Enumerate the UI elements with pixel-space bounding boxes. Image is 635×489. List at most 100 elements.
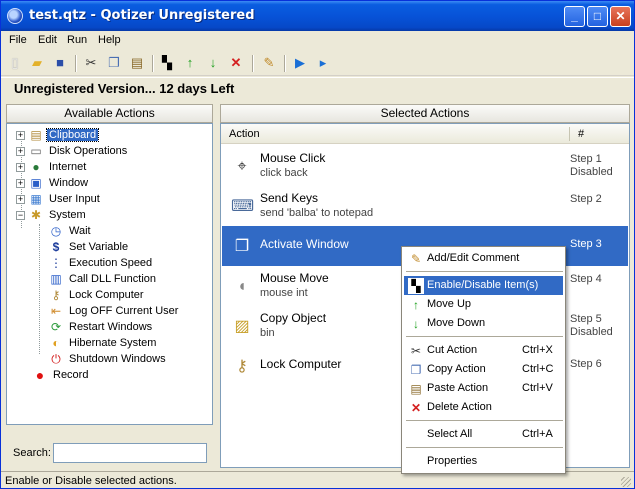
menu-run[interactable]: Run (67, 34, 87, 46)
menu-label: Paste Action (427, 382, 489, 394)
status-text: Enable or Disable selected actions. (5, 475, 177, 487)
menu-move-up[interactable]: ↑ Move Up (404, 295, 563, 314)
registration-banner: Unregistered Version... 12 days Left (1, 77, 634, 99)
menu-delete-action[interactable]: ✕ Delete Action (404, 398, 563, 417)
play-step-icon[interactable]: ▸ (315, 55, 331, 71)
banner-text: Unregistered Version... 12 days Left (14, 81, 235, 96)
tree-label: Restart Windows (69, 321, 153, 333)
action-row-send-keys[interactable]: ⌨ Send Keys send 'balba' to notepad Step… (222, 186, 628, 226)
action-row-mouse-click[interactable]: ⌖ Mouse Click click back Step 1 Disabled (222, 146, 628, 186)
menu-add-edit-comment[interactable]: ✎ Add/Edit Comment (404, 249, 563, 268)
activate-window-icon: ❐ (234, 238, 250, 255)
resize-grip[interactable] (621, 477, 631, 487)
expand-icon[interactable]: + (16, 130, 25, 140)
tree-node-execution-speed[interactable]: ⋮ Execution Speed (48, 255, 154, 271)
menu-label: Copy Action (427, 363, 486, 375)
tree-node-disk-operations[interactable]: + ▭ Disk Operations (16, 143, 129, 159)
menu-separator (406, 336, 563, 337)
maximize-button[interactable]: □ (587, 6, 608, 27)
tree-node-window[interactable]: + ▣ Window (16, 175, 90, 191)
keys-icon: ⚷ (236, 358, 248, 375)
expand-icon[interactable]: + (16, 162, 25, 172)
action-title: Mouse Click (260, 151, 326, 165)
tree-label: System (49, 209, 86, 221)
mouse-icon: ◖ (237, 278, 247, 295)
tree-node-shutdown-windows[interactable]: ⏻ Shutdown Windows (48, 351, 168, 367)
search-input[interactable] (53, 443, 207, 463)
tree-label: Shutdown Windows (69, 353, 166, 365)
menu-shortcut: Ctrl+V (522, 382, 553, 394)
paste-icon[interactable]: ▤ (129, 55, 145, 71)
action-step: Step 1 (570, 153, 602, 165)
action-step: Step 5 (570, 313, 602, 325)
column-number[interactable]: # (578, 128, 584, 140)
tree-label: Call DLL Function (69, 273, 157, 285)
menu-help[interactable]: Help (98, 34, 121, 46)
delete-icon[interactable]: ✕ (228, 55, 244, 71)
column-action[interactable]: Action (229, 128, 260, 140)
tree-node-record[interactable]: ● Record (32, 367, 90, 383)
action-step: Step 2 (570, 193, 602, 205)
window-icon: ▣ (30, 176, 42, 190)
expand-icon[interactable]: + (16, 194, 25, 204)
play-icon[interactable]: ▶ (292, 55, 308, 71)
new-icon[interactable]: ▯ (7, 55, 23, 71)
close-button[interactable]: ✕ (610, 6, 631, 27)
tree-node-log-off[interactable]: ⇤ Log OFF Current User (48, 303, 180, 319)
actions-tree[interactable]: + ▤ Clipboard + ▭ Disk Operations + ● In… (6, 123, 213, 425)
move-down-icon[interactable]: ↓ (205, 55, 221, 71)
menu-select-all[interactable]: Select All Ctrl+A (404, 425, 563, 444)
menu-enable-disable[interactable]: ▚ Enable/Disable Item(s) (404, 276, 563, 295)
logoff-icon: ⇤ (50, 304, 62, 318)
action-title: Lock Computer (260, 357, 342, 371)
tree-node-restart-windows[interactable]: ⟳ Restart Windows (48, 319, 154, 335)
action-title: Send Keys (260, 191, 319, 205)
tree-node-set-variable[interactable]: $ Set Variable (48, 239, 130, 255)
minimize-button[interactable]: _ (564, 6, 585, 27)
variable-icon: $ (52, 240, 60, 254)
move-up-icon[interactable]: ↑ (182, 55, 198, 71)
toolbar-separator (252, 55, 254, 72)
stopwatch-icon: ◷ (50, 224, 62, 238)
menu-move-down[interactable]: ↓ Move Down (404, 314, 563, 333)
app-icon[interactable] (7, 8, 23, 24)
action-step: Step 6 (570, 358, 602, 370)
tree-label: Disk Operations (49, 145, 128, 157)
action-status: Disabled (570, 166, 613, 178)
search-label: Search: (13, 447, 51, 459)
menu-copy-action[interactable]: ❐ Copy Action Ctrl+C (404, 360, 563, 379)
tree-label: Record (53, 369, 89, 381)
save-icon[interactable]: ■ (52, 55, 68, 71)
enable-disable-icon[interactable]: ▚ (159, 55, 175, 71)
copy-icon[interactable]: ❐ (106, 55, 122, 71)
list-column-header: Action # (221, 124, 629, 144)
comment-icon[interactable]: ✎ (261, 55, 277, 71)
menu-label: Move Down (427, 317, 486, 329)
tree-node-wait[interactable]: ◷ Wait (48, 223, 93, 239)
tree-label: Clipboard (45, 128, 100, 142)
tree-node-user-input[interactable]: + ▦ User Input (16, 191, 102, 207)
menu-properties[interactable]: Properties (404, 452, 563, 471)
cut-icon[interactable]: ✂ (83, 55, 99, 71)
title-bar[interactable]: test.qtz - Qotizer Unregistered _ □ ✕ (1, 1, 634, 31)
open-icon[interactable]: ▰ (29, 55, 45, 71)
menu-shortcut: Ctrl+X (522, 344, 553, 356)
menu-paste-action[interactable]: ▤ Paste Action Ctrl+V (404, 379, 563, 398)
column-separator[interactable] (569, 127, 570, 141)
expand-icon[interactable]: + (16, 178, 25, 188)
tree-node-system[interactable]: − ✱ System (16, 207, 88, 223)
tree-node-internet[interactable]: + ● Internet (16, 159, 88, 175)
menu-label: Properties (427, 455, 478, 467)
action-description: click back (260, 167, 308, 179)
collapse-icon[interactable]: − (16, 210, 25, 220)
tree-node-lock-computer[interactable]: ⚷ Lock Computer (48, 287, 146, 303)
tree-label: User Input (49, 193, 100, 205)
cut-icon: ✂ (410, 344, 422, 358)
tree-node-clipboard[interactable]: + ▤ Clipboard (16, 127, 100, 143)
menu-file[interactable]: File (9, 34, 27, 46)
tree-node-hibernate-system[interactable]: ◐ Hibernate System (48, 335, 158, 351)
menu-edit[interactable]: Edit (38, 34, 57, 46)
tree-node-call-dll-function[interactable]: ▥ Call DLL Function (48, 271, 158, 287)
menu-cut-action[interactable]: ✂ Cut Action Ctrl+X (404, 341, 563, 360)
expand-icon[interactable]: + (16, 146, 25, 156)
